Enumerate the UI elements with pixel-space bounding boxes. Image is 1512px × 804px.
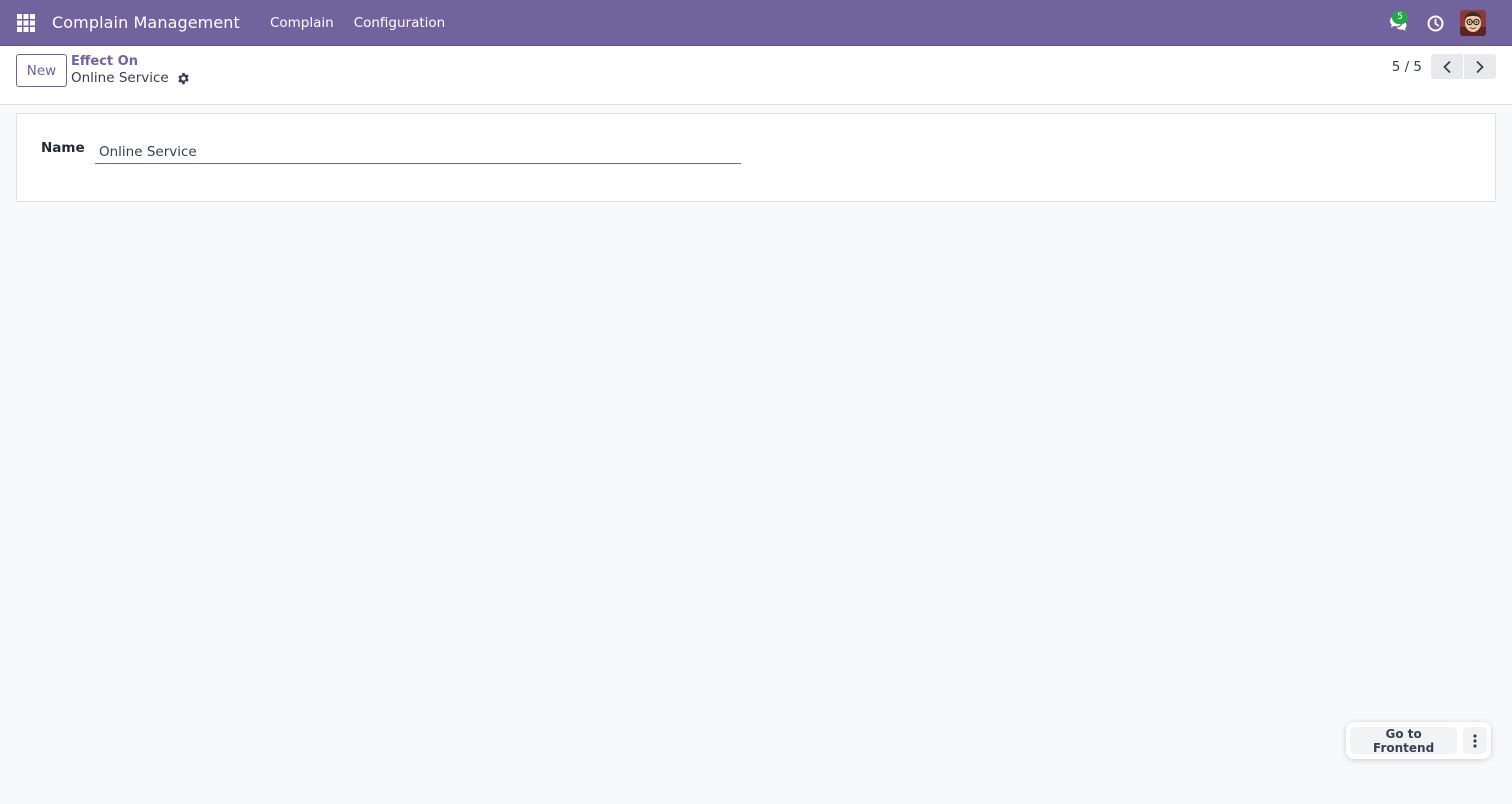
go-to-frontend-button[interactable]: Go to Frontend — [1350, 727, 1458, 755]
user-menu-button[interactable] — [1452, 0, 1512, 46]
pager-previous-button[interactable] — [1431, 54, 1463, 79]
activities-button[interactable] — [1418, 0, 1452, 46]
frontend-widget: Go to Frontend — [1346, 722, 1491, 759]
name-field-label: Name — [41, 140, 85, 156]
app-brand[interactable]: Complain Management — [52, 13, 240, 32]
record-actions-button[interactable] — [177, 71, 191, 85]
pager-next-button[interactable] — [1464, 54, 1496, 79]
new-button[interactable]: New — [16, 54, 67, 87]
user-avatar-icon — [1460, 10, 1486, 36]
kebab-icon — [1473, 733, 1477, 748]
menu-configuration[interactable]: Configuration — [344, 15, 456, 31]
form-sheet: Name — [16, 113, 1496, 202]
chevron-right-icon — [1476, 60, 1484, 73]
messages-button[interactable]: 5 — [1378, 0, 1418, 46]
top-navbar: Complain Management Complain Configurati… — [0, 0, 1512, 46]
name-input[interactable] — [95, 140, 741, 164]
gear-icon — [178, 72, 189, 84]
navbar-systray: 5 — [1378, 0, 1512, 46]
control-panel: New Effect On Online Service 5 / 5 — [0, 46, 1512, 105]
more-options-button[interactable] — [1463, 727, 1487, 754]
breadcrumb-parent-link[interactable]: Effect On — [71, 54, 138, 69]
avatar — [1460, 10, 1486, 36]
clock-icon — [1427, 15, 1443, 31]
apps-menu-button[interactable] — [0, 0, 52, 46]
chevron-left-icon — [1443, 60, 1451, 73]
breadcrumb: Online Service — [71, 70, 191, 86]
apps-grid-icon — [17, 13, 35, 32]
breadcrumb-current-record: Online Service — [71, 70, 169, 86]
pager: 5 / 5 — [1392, 54, 1496, 79]
pager-value[interactable]: 5 / 5 — [1392, 59, 1422, 75]
menu-complain[interactable]: Complain — [260, 15, 344, 31]
messages-count-badge: 5 — [1392, 11, 1408, 24]
